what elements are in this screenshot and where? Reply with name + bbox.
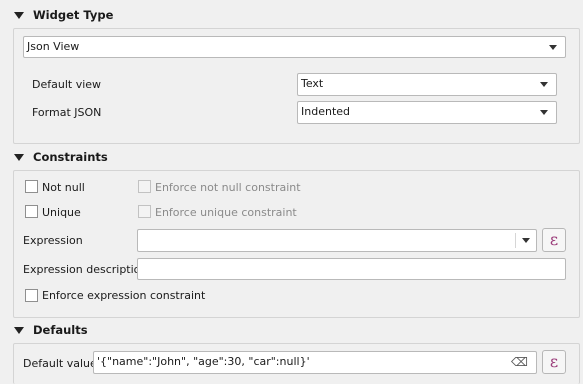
chevron-down-icon[interactable] (540, 82, 548, 87)
expression-builder-button[interactable]: ε (542, 228, 566, 252)
expression-label: Expression (23, 234, 83, 247)
constraints-title: Constraints (33, 150, 108, 164)
expression-description-input[interactable] (137, 258, 566, 280)
enforce-expression-label[interactable]: Enforce expression constraint (42, 289, 205, 302)
divider (515, 233, 516, 248)
defaults-title: Defaults (33, 323, 88, 337)
defaults-header[interactable]: Defaults (0, 319, 583, 343)
enforce-not-null-label: Enforce not null constraint (155, 181, 301, 194)
default-view-label: Default view (32, 78, 102, 91)
widget-type-title: Widget Type (33, 8, 114, 22)
default-view-value: Text (301, 77, 324, 90)
not-null-label[interactable]: Not null (42, 181, 85, 194)
enforce-not-null-checkbox[interactable] (138, 180, 151, 193)
enforce-unique-checkbox[interactable] (138, 205, 151, 218)
clear-icon[interactable]: ⌫ (511, 355, 528, 369)
epsilon-icon: ε (549, 230, 559, 249)
unique-label[interactable]: Unique (42, 206, 81, 219)
widget-type-header[interactable]: Widget Type (0, 4, 583, 28)
format-json-combobox[interactable]: Indented (297, 101, 557, 124)
widget-type-combobox[interactable]: Json View (23, 36, 566, 58)
unique-checkbox[interactable] (25, 205, 38, 218)
constraints-header[interactable]: Constraints (0, 146, 583, 170)
expression-description-label: Expression description (23, 263, 148, 276)
chevron-down-icon[interactable] (522, 238, 530, 243)
expression-input[interactable] (137, 229, 537, 252)
enforce-expression-checkbox[interactable] (25, 289, 38, 302)
default-view-combobox[interactable]: Text (297, 73, 557, 96)
format-json-value: Indented (301, 105, 351, 118)
chevron-down-icon[interactable] (549, 45, 557, 50)
default-value-expression-button[interactable]: ε (542, 350, 566, 374)
not-null-checkbox[interactable] (25, 180, 38, 193)
chevron-down-icon[interactable] (540, 110, 548, 115)
enforce-unique-label: Enforce unique constraint (155, 206, 297, 219)
epsilon-icon: ε (549, 352, 559, 371)
default-value-label: Default value (23, 357, 97, 370)
default-value-input[interactable]: '{"name":"John", "age":30, "car":null}' … (93, 351, 537, 374)
collapse-arrow-icon[interactable] (14, 327, 24, 334)
default-value-text: '{"name":"John", "age":30, "car":null}' (97, 355, 310, 368)
widget-type-value: Json View (27, 40, 80, 53)
collapse-arrow-icon[interactable] (14, 12, 24, 19)
format-json-label: Format JSON (32, 106, 102, 119)
collapse-arrow-icon[interactable] (14, 154, 24, 161)
